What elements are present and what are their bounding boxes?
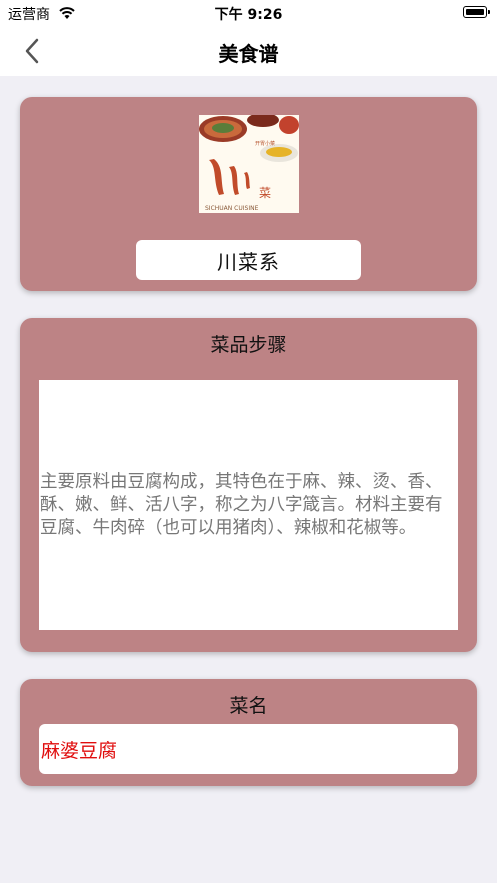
steps-textview[interactable]: 主要原料由豆腐构成，其特色在于麻、辣、烫、香、酥、嫩、鲜、活八字，称之为八字箴言… xyxy=(39,380,458,630)
steps-heading: 菜品步骤 xyxy=(210,334,287,356)
cuisine-name-field: 川菜系 xyxy=(136,240,361,280)
cuisine-card: 开胃小菜 菜 SICHUAN CUISINE 川菜系 xyxy=(20,97,477,291)
steps-card: 菜品步骤 主要原料由豆腐构成，其特色在于麻、辣、烫、香、酥、嫩、鲜、活八字，称之… xyxy=(20,318,477,652)
navigation-bar: 美食谱 xyxy=(0,26,497,76)
dish-name: 麻婆豆腐 xyxy=(41,739,118,762)
dish-card: 菜名 麻婆豆腐 xyxy=(20,679,477,786)
svg-text:SICHUAN CUISINE: SICHUAN CUISINE xyxy=(205,205,259,212)
cuisine-name: 川菜系 xyxy=(217,249,280,274)
dish-name-field[interactable]: 麻婆豆腐 xyxy=(39,724,458,774)
cuisine-image: 开胃小菜 菜 SICHUAN CUISINE xyxy=(199,115,299,213)
battery-icon xyxy=(463,6,490,18)
page-title: 美食谱 xyxy=(218,42,279,66)
dish-heading: 菜名 xyxy=(229,695,268,717)
status-time: 下午 9:26 xyxy=(214,7,283,23)
svg-text:菜: 菜 xyxy=(259,186,271,200)
svg-text:开胃小菜: 开胃小菜 xyxy=(255,140,275,147)
steps-text: 主要原料由豆腐构成，其特色在于麻、辣、烫、香、酥、嫩、鲜、活八字，称之为八字箴言… xyxy=(40,471,443,538)
status-bar: 运营商 下午 9:26 xyxy=(0,0,497,26)
